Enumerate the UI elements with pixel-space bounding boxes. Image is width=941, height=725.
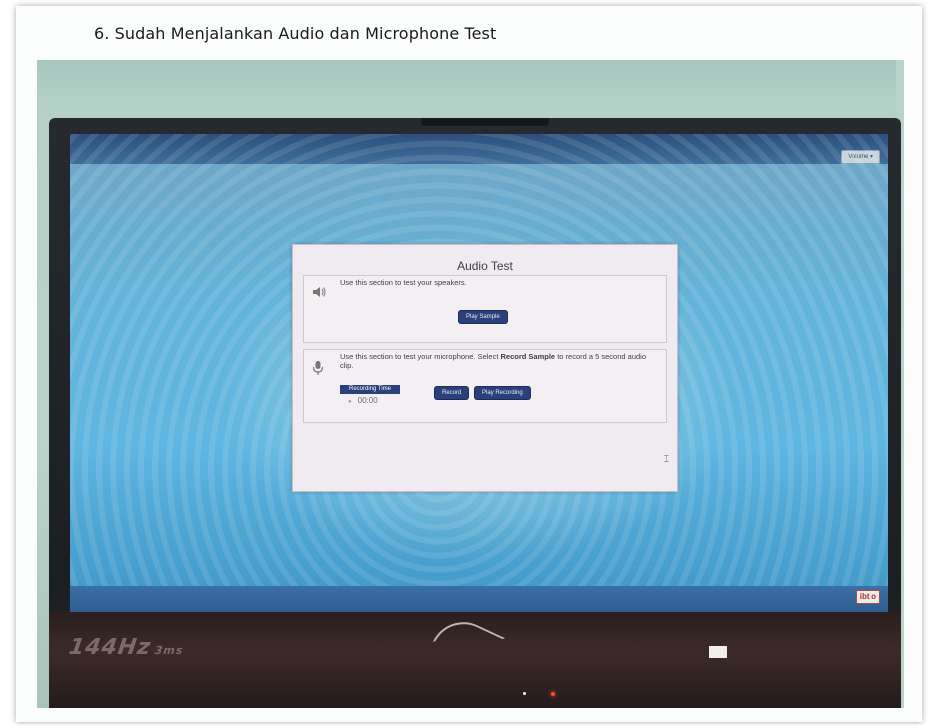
play-sample-button[interactable]: Play Sample — [458, 310, 508, 324]
mic-text-bold: Record Sample — [500, 352, 556, 361]
record-button[interactable]: Record — [434, 386, 470, 400]
response-time-text: 3ms — [153, 644, 185, 657]
refresh-rate-text: 144Hz — [67, 635, 153, 660]
microphone-section: Use this section to test your microphone… — [303, 349, 667, 423]
step-heading: 6. Sudah Menjalankan Audio dan Microphon… — [94, 24, 497, 43]
speaker-icon — [312, 286, 326, 300]
status-leds — [523, 692, 563, 698]
microphone-instructions: Use this section to test your microphone… — [340, 352, 650, 370]
screen-top-bar: Volume ▾ — [70, 134, 888, 164]
microphone-icon — [312, 360, 326, 375]
ibt-logo: ibt o — [855, 590, 880, 604]
mouse-cursor-icon: ⌶ — [663, 454, 669, 464]
record-indicator-icon: ● — [348, 399, 352, 405]
speakers-instructions: Use this section to test your speakers. — [340, 278, 467, 287]
webcam-notch — [421, 118, 549, 126]
speakers-section: Use this section to test your speakers. … — [303, 275, 667, 343]
play-recording-button[interactable]: Play Recording — [474, 386, 531, 400]
audio-test-dialog: Audio Test Use this section to test your… — [292, 244, 678, 492]
screen-bottom-bar: ibt o — [70, 586, 888, 612]
laptop-photo: Volume ▾ Audio Test Use this section to … — [37, 60, 904, 708]
power-led-white — [523, 692, 526, 695]
status-led-red — [551, 692, 555, 696]
sticker — [709, 646, 727, 658]
refresh-rate-label: 144Hz3ms — [67, 635, 185, 660]
recording-time-label: Recording Time — [340, 385, 400, 394]
recording-time-value: ● 00:00 — [348, 396, 378, 405]
recording-time-text: 00:00 — [357, 396, 378, 405]
laptop-screen: Volume ▾ Audio Test Use this section to … — [70, 134, 888, 612]
volume-button[interactable]: Volume ▾ — [841, 150, 880, 164]
mic-text-before: Use this section to test your microphone… — [340, 352, 501, 361]
dialog-title: Audio Test — [457, 259, 513, 273]
